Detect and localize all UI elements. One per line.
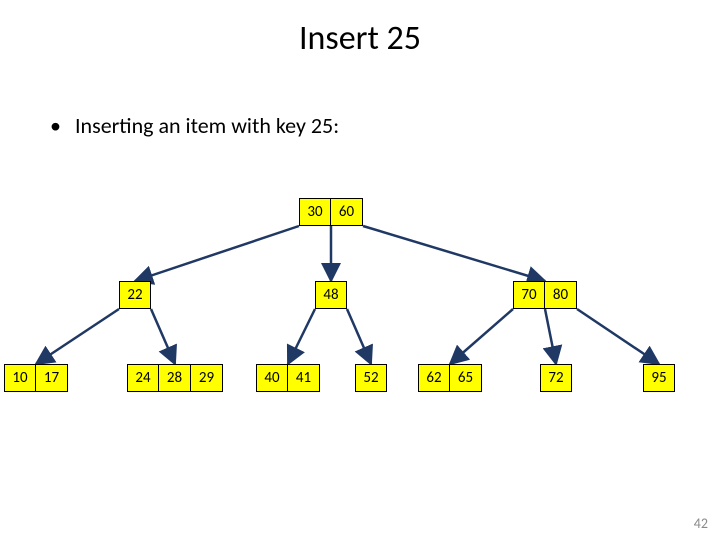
diagram: 3060 22 48 7080 1017 242829 4041 52 6265…	[0, 0, 720, 540]
l2-1-key-2: 29	[191, 364, 223, 392]
l1-0-key-0: 22	[119, 281, 151, 309]
l2-2-key-1: 41	[288, 364, 320, 392]
l2-0-key-0: 10	[4, 364, 36, 392]
node-l1-0: 22	[119, 281, 151, 309]
root-key-1: 60	[331, 198, 363, 226]
node-l1-2: 7080	[513, 281, 577, 309]
l2-1-key-0: 24	[127, 364, 159, 392]
node-l2-4: 6265	[418, 364, 482, 392]
l2-4-key-0: 62	[418, 364, 450, 392]
l2-6-key-0: 95	[643, 364, 675, 392]
node-l2-2: 4041	[256, 364, 320, 392]
node-l2-3: 52	[355, 364, 387, 392]
l2-1-key-1: 28	[159, 364, 191, 392]
node-l2-1: 242829	[127, 364, 223, 392]
root-key-0: 30	[299, 198, 331, 226]
node-l2-5: 72	[540, 364, 572, 392]
page-number: 42	[694, 515, 708, 532]
l2-4-key-1: 65	[450, 364, 482, 392]
l1-2-key-1: 80	[545, 281, 577, 309]
l2-5-key-0: 72	[540, 364, 572, 392]
l1-2-key-0: 70	[513, 281, 545, 309]
node-l1-1: 48	[315, 281, 347, 309]
node-l2-6: 95	[643, 364, 675, 392]
l2-2-key-0: 40	[256, 364, 288, 392]
l2-3-key-0: 52	[355, 364, 387, 392]
l2-0-key-1: 17	[36, 364, 68, 392]
l1-1-key-0: 48	[315, 281, 347, 309]
node-root: 3060	[299, 198, 363, 226]
node-l2-0: 1017	[4, 364, 68, 392]
